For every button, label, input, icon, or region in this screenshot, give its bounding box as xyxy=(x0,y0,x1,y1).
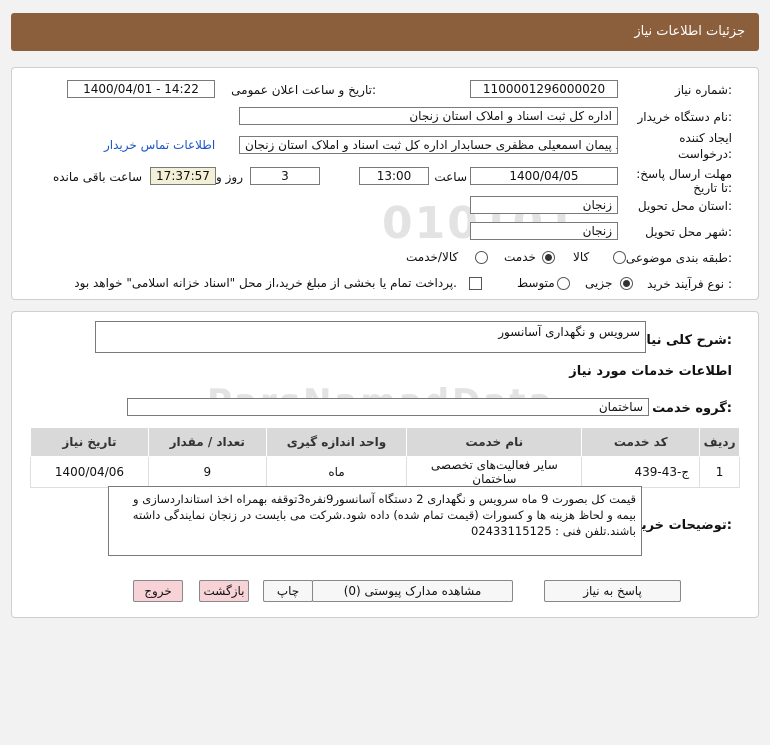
province-field: زنجان xyxy=(470,196,618,214)
category-option-goods: کالا xyxy=(573,250,590,264)
back-button[interactable]: بازگشت xyxy=(199,580,249,602)
page-title: جزئیات اطلاعات نیاز xyxy=(634,24,745,39)
services-section-title: اطلاعات خدمات مورد نیاز xyxy=(569,364,732,379)
col-quantity: تعداد / مقدار xyxy=(147,427,267,457)
category-option-goods-service: کالا/خدمت xyxy=(406,250,459,264)
table-row: 1 ج-43-439 سایر فعالیت‌های تخصصی ساختمان… xyxy=(30,456,740,488)
services-panel: ParsNamadData شرح کلی نیاز: سرویس و نگهد… xyxy=(11,311,759,618)
days-label: روز و xyxy=(216,170,243,184)
process-radio-minor[interactable] xyxy=(620,277,633,290)
cell-need-date: 1400/04/06 xyxy=(30,456,149,488)
buyer-contact-link[interactable]: اطلاعات تماس خریدار xyxy=(104,138,215,152)
payment-note: پرداخت تمام یا بخشی از مبلغ خرید،از محل … xyxy=(74,276,457,290)
summary-field: سرویس و نگهداری آسانسور xyxy=(95,321,646,353)
need-number-label: شماره نیاز: xyxy=(674,83,732,97)
process-radio-medium[interactable] xyxy=(557,277,570,290)
print-button[interactable]: چاپ xyxy=(263,580,313,602)
page-header: جزئیات اطلاعات نیاز xyxy=(11,13,759,51)
category-label: طبقه بندی موضوعی: xyxy=(625,251,732,265)
announce-label: تاریخ و ساعت اعلان عمومی: xyxy=(231,83,376,97)
need-number-field: 1100001296000020 xyxy=(470,80,618,98)
table-header-row: ردیف کد خدمت نام خدمت واحد اندازه گیری ت… xyxy=(30,427,740,457)
exit-button[interactable]: خروج xyxy=(133,580,183,602)
deadline-time-label: ساعت xyxy=(434,170,467,184)
buyer-field: اداره کل ثبت اسناد و املاک استان زنجان xyxy=(239,107,618,125)
service-group-label: گروه خدمت: xyxy=(652,401,732,416)
need-details-panel: 010101 شماره نیاز: 1100001296000020 تاری… xyxy=(11,67,759,300)
process-label: نوع فرآیند خرید : xyxy=(647,277,732,291)
city-label: شهر محل تحویل: xyxy=(645,225,732,239)
deadline-date-field: 1400/04/05 xyxy=(470,167,618,185)
category-radio-service[interactable] xyxy=(542,251,555,264)
col-service-code: کد خدمت xyxy=(581,427,701,457)
deadline-time-field: 13:00 xyxy=(359,167,429,185)
buyer-notes-field: قیمت کل بصورت 9 ماه سرویس و نگهداری 2 دس… xyxy=(108,486,642,556)
process-option-minor: جزیی xyxy=(585,276,613,290)
services-table: ردیف کد خدمت نام خدمت واحد اندازه گیری ت… xyxy=(30,427,740,488)
cell-service-name: سایر فعالیت‌های تخصصی ساختمان xyxy=(406,456,583,488)
cell-row-number: 1 xyxy=(699,456,740,488)
creator-field: سید پیمان اسمعیلی مظفری حسابدار اداره کل… xyxy=(239,136,618,154)
col-service-name: نام خدمت xyxy=(406,427,583,457)
creator-label: ایجاد کننده درخواست: xyxy=(678,131,732,161)
service-group-field: ساختمان xyxy=(127,398,649,416)
deadline-label: مهلت ارسال پاسخ: تا تاریخ: xyxy=(636,167,732,195)
category-radio-goods-service[interactable] xyxy=(475,251,488,264)
category-option-service: خدمت xyxy=(504,250,536,264)
process-option-medium: متوسط xyxy=(517,276,555,290)
province-label: استان محل تحویل: xyxy=(637,199,732,213)
remaining-time-field: 17:37:57 xyxy=(150,167,216,185)
category-radio-goods[interactable] xyxy=(613,251,626,264)
days-remaining-field: 3 xyxy=(250,167,320,185)
announce-field: 1400/04/01 - 14:22 xyxy=(67,80,215,98)
col-row-number: ردیف xyxy=(699,427,740,457)
reply-button[interactable]: پاسخ به نیاز xyxy=(544,580,681,602)
remaining-label: ساعت باقی مانده xyxy=(52,170,142,184)
summary-label: شرح کلی نیاز: xyxy=(638,333,732,348)
buyer-label: نام دستگاه خریدار: xyxy=(637,110,733,124)
city-field: زنجان xyxy=(470,222,618,240)
cell-service-code: ج-43-439 xyxy=(581,456,701,488)
attachments-button[interactable]: مشاهده مدارک پیوستی (0) xyxy=(312,580,513,602)
payment-checkbox[interactable] xyxy=(469,277,482,290)
cell-unit: ماه xyxy=(265,456,408,488)
col-unit: واحد اندازه گیری xyxy=(265,427,408,457)
col-need-date: تاریخ نیاز xyxy=(30,427,149,457)
cell-quantity: 9 xyxy=(147,456,267,488)
